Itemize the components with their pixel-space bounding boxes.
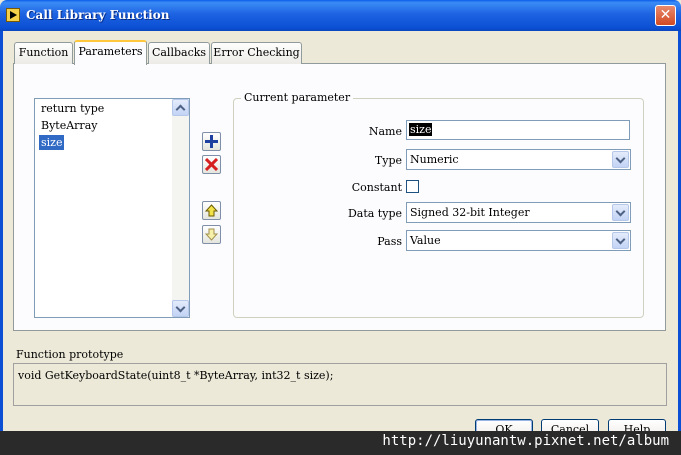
parameter-list[interactable]: return type ByteArray size: [34, 98, 190, 318]
tab-callbacks[interactable]: Callbacks: [148, 42, 210, 64]
delete-parameter-button[interactable]: [202, 155, 221, 174]
delete-x-icon: [205, 158, 218, 171]
title-bar[interactable]: Call Library Function ✕: [0, 0, 681, 31]
data-type-select[interactable]: Signed 32-bit Integer: [406, 202, 631, 223]
window-title: Call Library Function: [26, 8, 170, 22]
chevron-down-icon[interactable]: [612, 151, 629, 168]
scroll-down-button[interactable]: [172, 300, 189, 317]
scroll-up-button[interactable]: [172, 99, 189, 116]
tab-parameters[interactable]: Parameters: [74, 40, 147, 65]
pass-label: Pass: [377, 235, 402, 248]
window-frame-left: [0, 31, 3, 455]
function-prototype-label: Function prototype: [16, 348, 124, 361]
close-button[interactable]: ✕: [655, 5, 676, 26]
name-label: Name: [368, 125, 402, 138]
type-select[interactable]: Numeric: [406, 149, 631, 170]
pass-value: Value: [410, 234, 441, 247]
list-item-bytearray[interactable]: ByteArray: [39, 118, 99, 133]
name-input[interactable]: size: [406, 120, 630, 140]
tab-error-checking[interactable]: Error Checking: [211, 42, 302, 64]
list-item-size[interactable]: size: [37, 134, 66, 151]
move-down-button[interactable]: [202, 225, 221, 244]
tab-function[interactable]: Function: [14, 42, 73, 64]
labview-icon: [6, 8, 20, 22]
type-label: Type: [374, 154, 402, 167]
type-value: Numeric: [410, 153, 459, 166]
data-type-value: Signed 32-bit Integer: [410, 206, 530, 219]
plus-icon: [205, 135, 218, 148]
add-parameter-button[interactable]: [202, 132, 221, 151]
name-value: size: [409, 123, 433, 136]
pass-select[interactable]: Value: [406, 230, 631, 251]
list-scrollbar[interactable]: [172, 99, 189, 317]
list-item-return-type[interactable]: return type: [39, 101, 106, 116]
arrow-up-icon: [205, 204, 218, 217]
arrow-down-icon: [205, 228, 218, 241]
current-parameter-title: Current parameter: [241, 91, 354, 104]
constant-checkbox[interactable]: [406, 180, 419, 193]
constant-label: Constant: [351, 181, 402, 194]
watermark-text: http://liuyunantw.pixnet.net/album: [382, 433, 669, 449]
chevron-down-icon[interactable]: [612, 204, 629, 221]
move-up-button[interactable]: [202, 201, 221, 220]
data-type-label: Data type: [347, 207, 402, 220]
chevron-down-icon[interactable]: [612, 232, 629, 249]
function-prototype-text: void GetKeyboardState(uint8_t *ByteArray…: [13, 363, 667, 406]
